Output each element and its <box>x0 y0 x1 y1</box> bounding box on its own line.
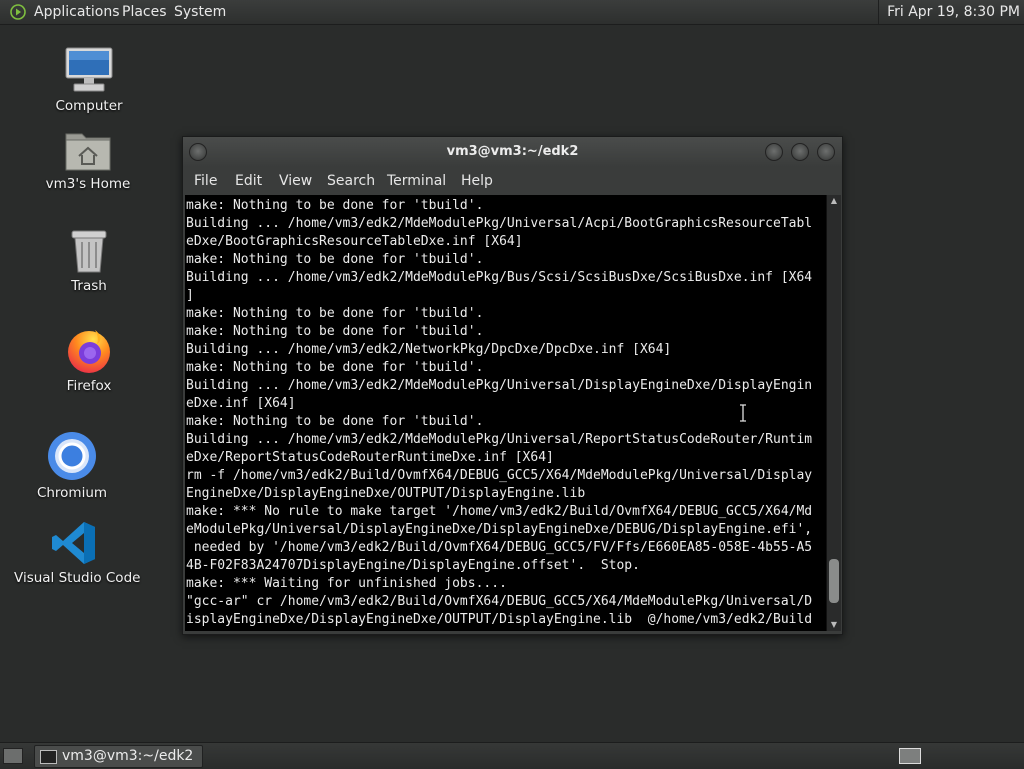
desktop-icon-home[interactable]: vm3's Home <box>40 128 136 192</box>
minimize-button[interactable] <box>765 143 783 161</box>
places-menu[interactable]: Places <box>122 0 167 24</box>
terminal-scrollbar[interactable]: ▲ ▼ <box>826 195 841 631</box>
taskbar-terminal-button[interactable]: vm3@vm3:~/edk2 <box>34 745 203 768</box>
terminal-window[interactable]: vm3@vm3:~/edk2 File Edit View Search Ter… <box>182 136 843 635</box>
top-panel: Applications Places System Fri Apr 19, 8… <box>0 0 1024 25</box>
desktop-icon-computer[interactable]: Computer <box>48 46 130 114</box>
window-title: vm3@vm3:~/edk2 <box>446 144 579 159</box>
desktop-icon-chromium[interactable]: Chromium <box>31 431 113 501</box>
system-menu[interactable]: System <box>174 0 226 24</box>
taskbar-label: vm3@vm3:~/edk2 <box>62 748 194 764</box>
desktop-icon-trash[interactable]: Trash <box>48 228 130 294</box>
vscode-icon <box>52 522 95 564</box>
clock[interactable]: Fri Apr 19, 8:30 PM <box>878 0 1024 24</box>
menu-help[interactable]: Help <box>461 167 493 195</box>
desktop-icon-label: vm3's Home <box>45 176 131 192</box>
window-menubar: File Edit View Search Terminal Help <box>183 167 842 195</box>
desktop-icon-firefox[interactable]: Firefox <box>48 326 130 394</box>
desktop-icon-label: Firefox <box>66 378 112 394</box>
maximize-button[interactable] <box>791 143 809 161</box>
close-button[interactable] <box>817 143 835 161</box>
menu-view[interactable]: View <box>279 167 312 195</box>
terminal-text: make: Nothing to be done for 'tbuild'. B… <box>186 198 813 627</box>
scrollbar-thumb[interactable] <box>829 559 839 603</box>
terminal-icon <box>40 750 57 764</box>
desktop-icon-label: Trash <box>71 278 107 294</box>
terminal-output[interactable]: make: Nothing to be done for 'tbuild'. B… <box>185 195 826 631</box>
text-cursor-icon <box>740 404 746 422</box>
show-desktop-icon[interactable] <box>3 748 23 764</box>
firefox-icon <box>68 330 110 373</box>
window-titlebar[interactable]: vm3@vm3:~/edk2 <box>183 137 842 167</box>
computer-icon <box>65 47 113 92</box>
scroll-up-arrow-icon[interactable]: ▲ <box>827 195 841 207</box>
chromium-icon <box>48 432 96 480</box>
desktop-icon-vscode[interactable]: Visual Studio Code <box>14 520 141 586</box>
desktop-icon-label: Chromium <box>36 485 108 501</box>
desktop-icon-label: Computer <box>55 98 123 114</box>
menu-edit[interactable]: Edit <box>235 167 262 195</box>
applications-menu-icon[interactable] <box>10 4 26 20</box>
desktop-icon-label: Visual Studio Code <box>14 570 141 586</box>
scroll-down-arrow-icon[interactable]: ▼ <box>827 619 841 631</box>
menu-file[interactable]: File <box>194 167 217 195</box>
home-folder-icon <box>65 133 111 171</box>
menu-search[interactable]: Search <box>327 167 375 195</box>
workspace-switcher[interactable] <box>899 748 921 764</box>
menu-terminal[interactable]: Terminal <box>387 167 446 195</box>
bottom-panel: vm3@vm3:~/edk2 <box>0 742 1024 769</box>
trash-icon <box>71 230 107 273</box>
applications-menu[interactable]: Applications <box>34 0 120 24</box>
